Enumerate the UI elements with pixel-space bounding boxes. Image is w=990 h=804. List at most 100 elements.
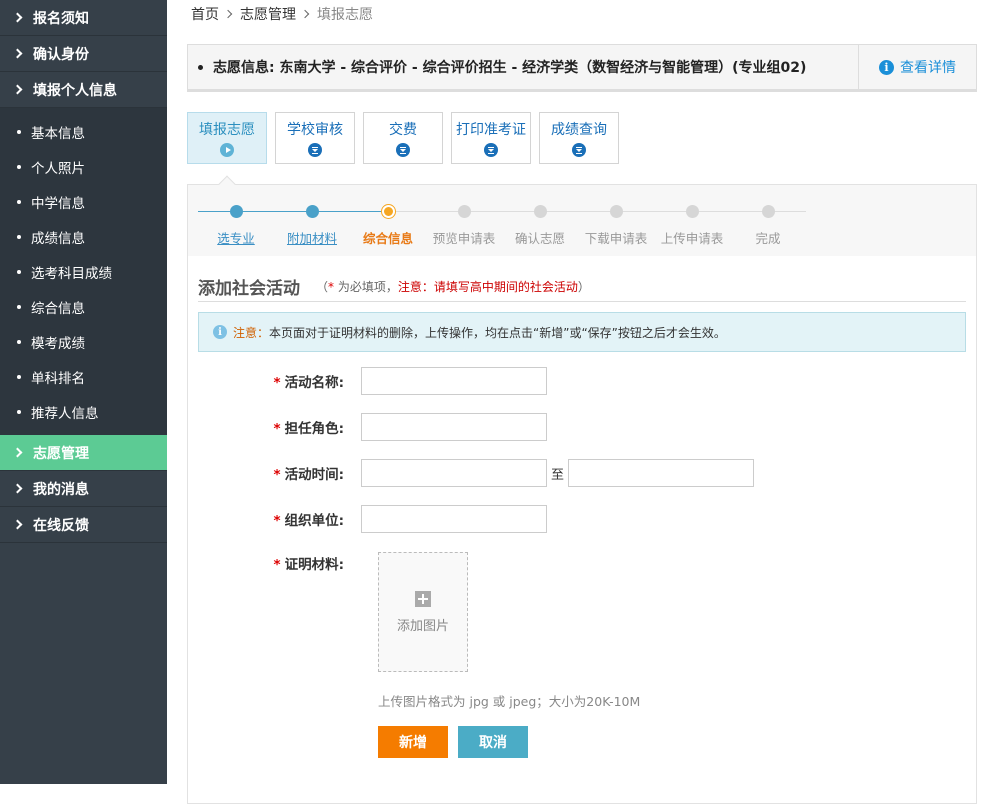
tab-print-admission-ticket[interactable]: 打印准考证 [451, 112, 531, 164]
bullet-icon [17, 409, 21, 414]
organization-label: * 组织单位: [273, 513, 344, 529]
bullet-icon [17, 269, 21, 274]
bullet-icon [17, 339, 21, 344]
sidebar-subitem-label: 模考成绩 [31, 335, 85, 352]
sidebar-subitem-elective-grades[interactable]: 选考科目成绩 [0, 254, 167, 289]
bullet-icon [198, 64, 203, 70]
section-title: 添加社会活动 [198, 279, 300, 299]
step-dot [534, 205, 547, 218]
step-upload-form: 上传申请表 [654, 185, 730, 256]
cancel-button[interactable]: 取消 [458, 726, 528, 758]
add-image-upload[interactable]: 添加图片 [378, 552, 468, 672]
organization-input[interactable] [361, 505, 547, 533]
tab-school-review[interactable]: 学校审核 [275, 112, 355, 164]
bullet-icon [17, 164, 21, 169]
progress-steps: 选专业 附加材料 综合信息 预览申请表 确认志愿 下载申请表 上传申请表 完成 [188, 185, 976, 256]
process-tabs: 填报志愿 学校审核 交费 打印准考证 成绩查询 [187, 112, 977, 164]
sidebar-subitem-comprehensive-info[interactable]: 综合信息 [0, 289, 167, 324]
sidebar-subitem-mock-exam[interactable]: 模考成绩 [0, 324, 167, 359]
chevron-right-icon [12, 519, 23, 530]
form-panel: 选专业 附加材料 综合信息 预览申请表 确认志愿 下载申请表 上传申请表 完成 … [187, 175, 977, 804]
info-icon: i [213, 325, 227, 339]
add-button[interactable]: 新增 [378, 726, 448, 758]
tab-score-query[interactable]: 成绩查询 [539, 112, 619, 164]
main-content: 首页 志愿管理 填报志愿 志愿信息: 东南大学 - 综合评价 - 综合评价招生 … [187, 0, 977, 804]
tab-label: 打印准考证 [456, 122, 526, 138]
step-label: 预览申请表 [432, 231, 496, 246]
tab-label: 交费 [389, 122, 417, 138]
bullet-icon [17, 199, 21, 204]
bullet-icon [17, 374, 21, 379]
sidebar-subitem-referee-info[interactable]: 推荐人信息 [0, 394, 167, 429]
sidebar-item-confirm-identity[interactable]: 确认身份 [0, 36, 167, 72]
sidebar-subitem-school-info[interactable]: 中学信息 [0, 184, 167, 219]
activity-name-label: * 活动名称: [273, 375, 344, 391]
view-details-label: 查看详情 [900, 60, 956, 76]
bullet-icon [17, 304, 21, 309]
chevron-right-icon [300, 9, 310, 19]
role-label: * 担任角色: [273, 421, 344, 437]
sidebar-subitem-photo[interactable]: 个人照片 [0, 149, 167, 184]
step-select-major[interactable]: 选专业 [198, 185, 274, 256]
sidebar-item-label: 填报个人信息 [33, 82, 117, 99]
sidebar-item-application-management[interactable]: 志愿管理 [0, 435, 167, 471]
end-date-input[interactable] [568, 459, 755, 487]
bullet-icon [17, 234, 21, 239]
proof-label: * 证明材料: [273, 557, 344, 573]
breadcrumb-application-management[interactable]: 志愿管理 [240, 4, 296, 24]
hourglass-icon [396, 143, 410, 157]
step-additional-materials[interactable]: 附加材料 [274, 185, 350, 256]
role-input[interactable] [361, 413, 547, 441]
step-label: 选专业 [217, 231, 255, 246]
application-info: 志愿信息: 东南大学 - 综合评价 - 综合评价招生 - 经济学类（数智经济与智… [188, 57, 858, 77]
step-label: 上传申请表 [660, 231, 724, 246]
step-label: 附加材料 [286, 231, 337, 246]
chevron-right-icon [12, 12, 23, 23]
sidebar-item-label: 确认身份 [33, 46, 89, 63]
sidebar: 报名须知 确认身份 填报个人信息 基本信息 个人照片 中学信息 成绩信息 选考科… [0, 0, 167, 784]
tab-fill-application[interactable]: 填报志愿 [187, 112, 267, 164]
bullet-icon [17, 129, 21, 134]
sidebar-subitem-label: 推荐人信息 [31, 405, 99, 422]
sidebar-item-label: 志愿管理 [33, 445, 89, 462]
upload-hint: 上传图片格式为 jpg 或 jpeg；大小为20K-10M [378, 694, 641, 709]
chevron-right-icon [223, 9, 233, 19]
sidebar-item-label: 报名须知 [33, 10, 89, 27]
sidebar-subitem-label: 基本信息 [31, 125, 85, 142]
form-row-activity-time: * 活动时间: 至 [188, 459, 755, 487]
sidebar-item-online-feedback[interactable]: 在线反馈 [0, 507, 167, 543]
form-row-organization: * 组织单位: [188, 505, 547, 533]
add-image-label: 添加图片 [396, 618, 449, 634]
tab-payment[interactable]: 交费 [363, 112, 443, 164]
breadcrumb: 首页 志愿管理 填报志愿 [187, 0, 977, 28]
tab-label: 填报志愿 [199, 122, 255, 138]
step-dot [762, 205, 775, 218]
view-details-link[interactable]: i 查看详情 [858, 45, 976, 89]
breadcrumb-current: 填报志愿 [317, 7, 373, 23]
activity-name-input[interactable] [361, 367, 547, 395]
chevron-right-icon [12, 483, 23, 494]
step-label: 综合信息 [362, 231, 413, 246]
step-preview-form: 预览申请表 [426, 185, 502, 256]
step-dot [382, 205, 395, 218]
sidebar-subitem-grades[interactable]: 成绩信息 [0, 219, 167, 254]
sidebar-item-registration-notice[interactable]: 报名须知 [0, 0, 167, 36]
sidebar-item-personal-info[interactable]: 填报个人信息 [0, 72, 167, 108]
sidebar-submenu: 基本信息 个人照片 中学信息 成绩信息 选考科目成绩 综合信息 模考成绩 单科排… [0, 108, 167, 435]
step-dot [610, 205, 623, 218]
sidebar-subitem-label: 选考科目成绩 [31, 265, 112, 282]
step-complete: 完成 [730, 185, 806, 256]
sidebar-item-label: 我的消息 [33, 481, 89, 498]
step-dot [686, 205, 699, 218]
plus-icon [415, 590, 431, 607]
info-icon: i [879, 59, 894, 75]
start-date-input[interactable] [361, 459, 547, 487]
application-info-bar: 志愿信息: 东南大学 - 综合评价 - 综合评价招生 - 经济学类（数智经济与智… [187, 44, 977, 92]
step-comprehensive-info: 综合信息 [350, 185, 426, 256]
breadcrumb-home[interactable]: 首页 [191, 4, 219, 24]
sidebar-subitem-subject-ranking[interactable]: 单科排名 [0, 359, 167, 394]
application-info-text: 志愿信息: 东南大学 - 综合评价 - 综合评价招生 - 经济学类（数智经济与智… [213, 60, 807, 76]
sidebar-subitem-basic-info[interactable]: 基本信息 [0, 114, 167, 149]
step-label: 确认志愿 [514, 231, 565, 246]
sidebar-item-my-messages[interactable]: 我的消息 [0, 471, 167, 507]
